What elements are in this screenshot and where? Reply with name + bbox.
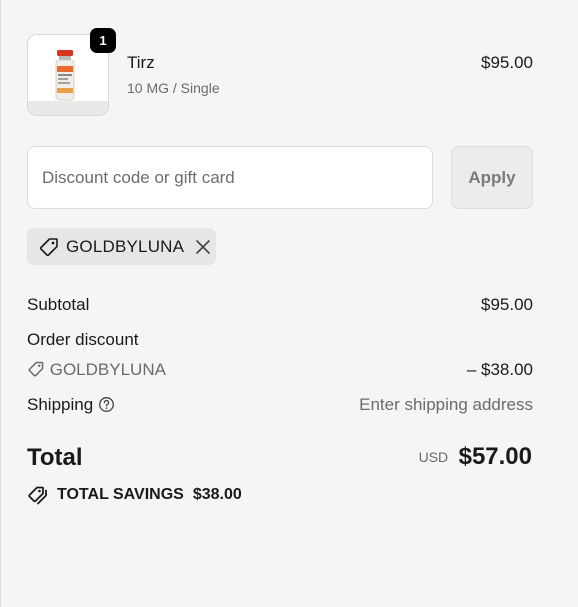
savings-amount: $38.00 [192,486,242,503]
total-amount: $57.00 [458,443,532,470]
total-label: Total [27,444,83,471]
subtotal-label: Subtotal [27,295,90,314]
product-variant: 10 MG / Single [127,80,220,96]
total-value-group: USD $57.00 [419,443,532,471]
apply-discount-button[interactable]: Apply [451,146,533,209]
tags-icon [28,486,47,505]
question-circle-icon[interactable] [98,396,115,413]
total-savings: TOTAL SAVINGS $38.00 [27,484,242,506]
subtotal-value: $95.00 [481,295,533,314]
shipping-row: Shipping Enter shipping address [27,395,533,417]
line-item: 1 Tirz 10 MG / Single $95.00 [27,28,533,116]
applied-discount-chip: GOLDBYLUNA [27,228,216,265]
order-discount-label: Order discount [27,330,139,349]
product-price: $95.00 [481,53,533,72]
close-icon[interactable] [194,238,212,256]
product-name: Tirz [127,53,155,72]
tag-icon [28,361,44,377]
discount-code-row: GOLDBYLUNA – $38.00 [27,360,533,382]
currency-code: USD [418,449,449,465]
shipping-line: Shipping [27,395,115,415]
discount-code-name: GOLDBYLUNA [49,360,166,379]
quantity-badge: 1 [90,28,116,53]
thumbnail-floor [28,101,108,115]
savings-label: TOTAL SAVINGS [57,486,184,503]
shipping-value: Enter shipping address [359,395,533,414]
order-summary-panel: 1 Tirz 10 MG / Single $95.00 Apply GOLDB… [0,0,578,607]
tag-icon [39,237,58,256]
shipping-label: Shipping [27,395,94,414]
discount-amount: – $38.00 [466,360,533,379]
order-discount-row: Order discount [27,330,533,352]
subtotal-row: Subtotal $95.00 [27,295,533,317]
discount-code-line: GOLDBYLUNA [27,360,166,380]
applied-discount-code: GOLDBYLUNA [66,236,185,256]
discount-code-input[interactable] [27,146,433,209]
